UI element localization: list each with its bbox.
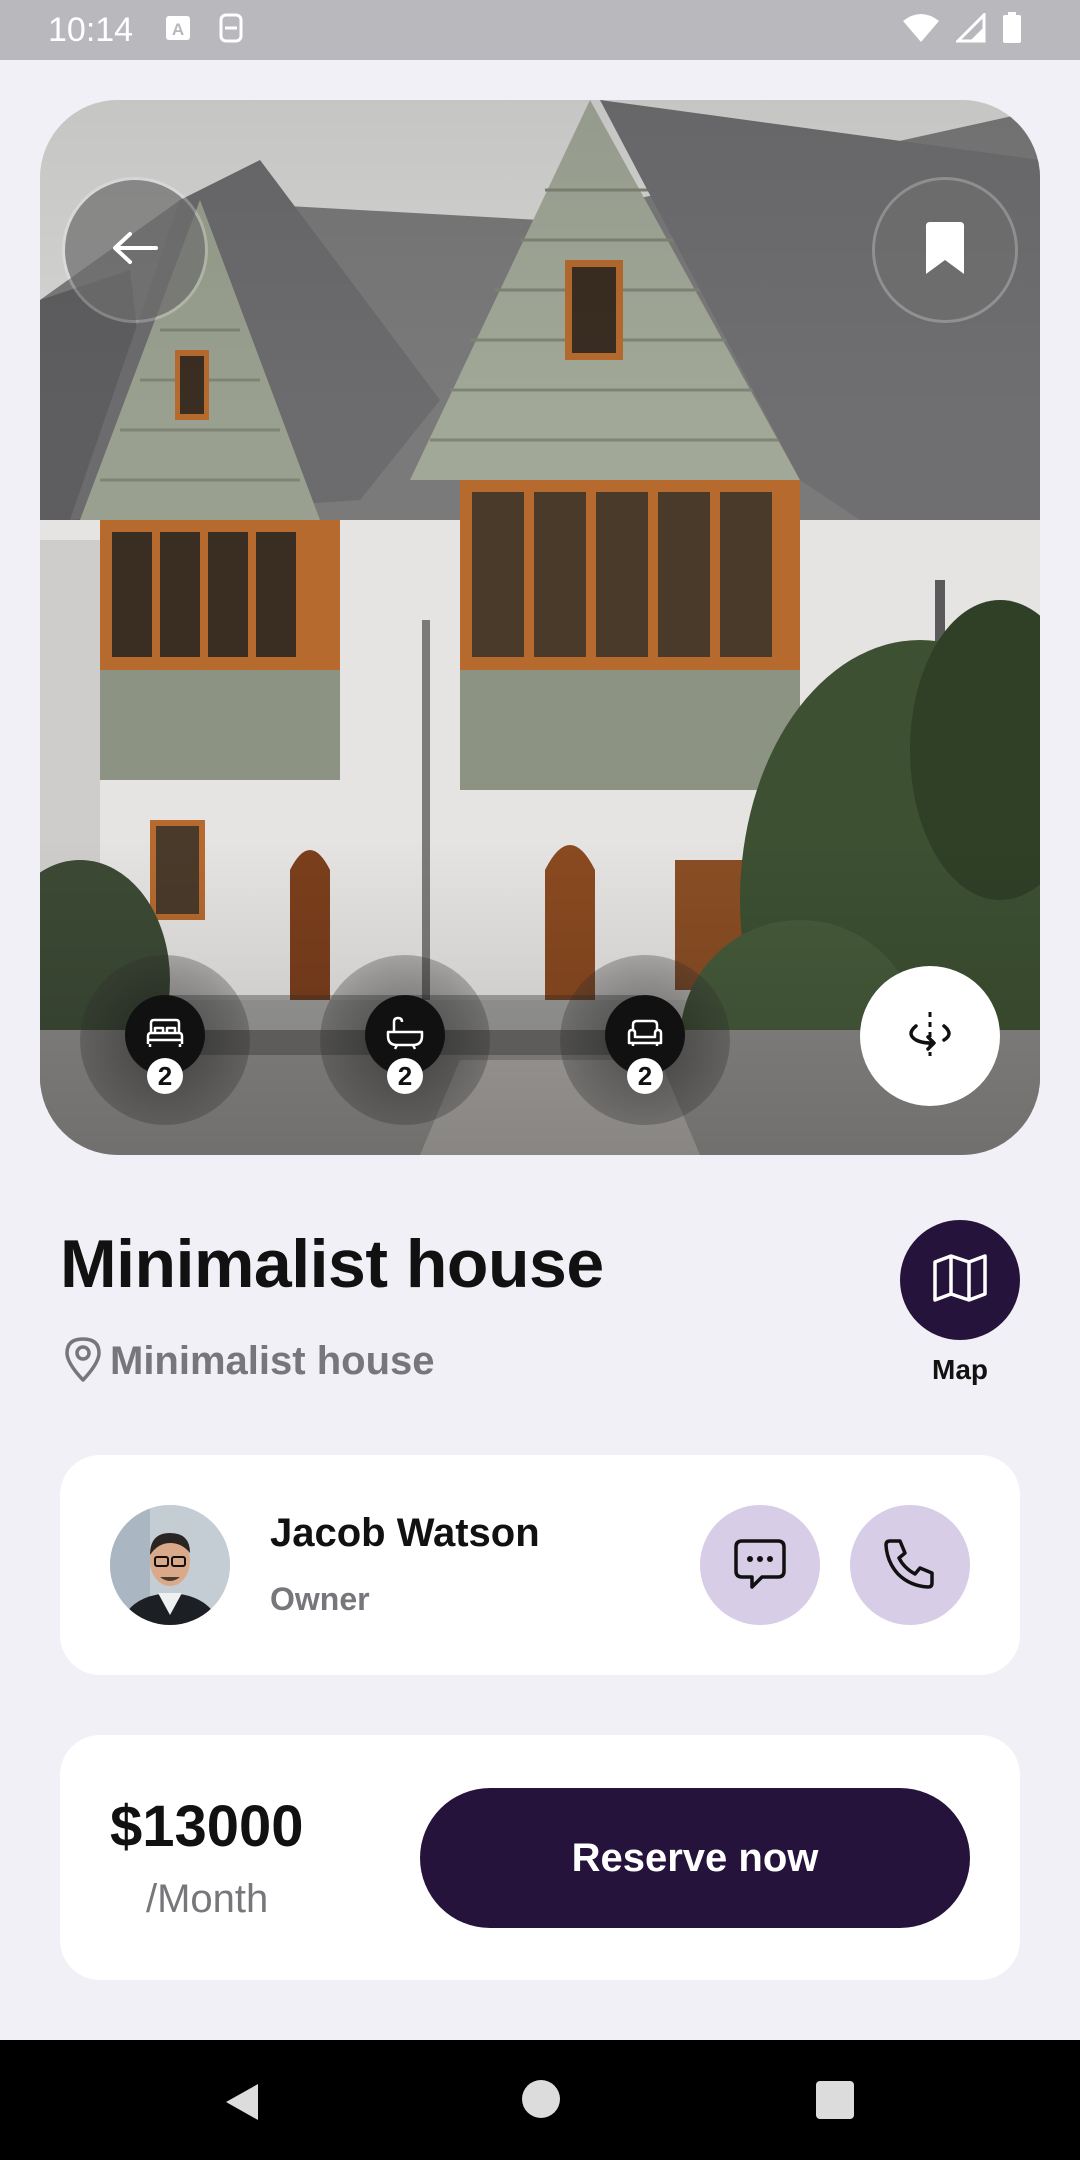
bathroom-count: 2: [387, 1058, 423, 1094]
map-button[interactable]: [900, 1220, 1020, 1340]
location-text: Minimalist house: [110, 1339, 435, 1383]
nav-home-icon[interactable]: [522, 2080, 560, 2118]
battery-icon: [1002, 11, 1022, 49]
bathtub-icon: [385, 1015, 425, 1056]
property-title: Minimalist house: [60, 1226, 604, 1302]
price-amount: $13000: [110, 1794, 304, 1859]
feature-bedrooms[interactable]: 2: [125, 995, 205, 1094]
message-button[interactable]: [700, 1505, 820, 1625]
back-button[interactable]: [65, 180, 205, 320]
bedroom-count: 2: [147, 1058, 183, 1094]
call-button[interactable]: [850, 1505, 970, 1625]
price-card: $13000 /Month Reserve now: [60, 1735, 1020, 1980]
nav-back-icon[interactable]: [222, 2082, 262, 2127]
status-time: 10:14: [48, 10, 134, 49]
sofa-icon: [625, 1017, 665, 1054]
sim-notification-icon: [219, 13, 243, 48]
nav-recents-icon[interactable]: [816, 2081, 854, 2119]
location-pin-icon: [62, 1335, 104, 1388]
property-location: Minimalist house: [62, 1335, 435, 1388]
owner-avatar: [110, 1505, 230, 1625]
map-icon: [932, 1253, 988, 1308]
price-period: /Month: [146, 1877, 269, 1921]
owner-role: Owner: [270, 1581, 370, 1617]
map-label[interactable]: Map: [900, 1354, 1020, 1386]
feature-bathrooms[interactable]: 2: [365, 995, 445, 1094]
features-bar: 2 2 2: [80, 955, 730, 1125]
system-nav-bar: [0, 2040, 1080, 2160]
living-room-count: 2: [627, 1058, 663, 1094]
keyboard-notification-icon: A: [165, 15, 191, 46]
reserve-now-button[interactable]: Reserve now: [420, 1788, 970, 1928]
bed-icon: [145, 1017, 185, 1054]
wifi-icon: [902, 13, 940, 48]
bookmark-button[interactable]: [875, 180, 1015, 320]
status-bar: 10:14 A: [0, 0, 1080, 60]
svg-text:A: A: [172, 20, 184, 39]
view-360-button[interactable]: [860, 966, 1000, 1106]
signal-icon: [954, 10, 986, 48]
chat-bubble-icon: [732, 1535, 788, 1596]
bookmark-icon: [922, 220, 968, 281]
rotate-360-icon: [902, 1006, 958, 1067]
property-photo: 2 2 2: [40, 100, 1040, 1155]
owner-card: Jacob Watson Owner: [60, 1455, 1020, 1675]
arrow-left-icon: [110, 228, 160, 273]
owner-name: Jacob Watson: [270, 1511, 540, 1555]
phone-icon: [882, 1535, 938, 1596]
feature-living-rooms[interactable]: 2: [605, 995, 685, 1094]
